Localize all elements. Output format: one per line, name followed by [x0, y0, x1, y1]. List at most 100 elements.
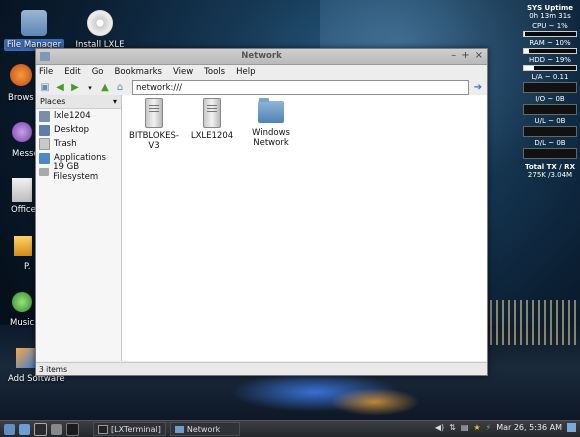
office-icon[interactable]: [12, 178, 32, 202]
applications-icon: [39, 152, 50, 164]
wallpaper-city-lights: [490, 300, 580, 345]
menu-tools[interactable]: Tools: [204, 67, 225, 77]
close-icon[interactable]: ×: [475, 50, 483, 61]
disc-icon: [87, 10, 113, 36]
chevron-down-icon[interactable]: ▾: [113, 97, 117, 106]
monitor-hdd: HDD ~ 19%: [529, 56, 571, 64]
hdd-bar: [523, 65, 577, 71]
file-item-label: LXLE1204: [190, 131, 234, 141]
power-icon[interactable]: ⚡: [486, 423, 492, 432]
server-icon: [203, 98, 221, 128]
home-icon[interactable]: ⌂: [114, 82, 126, 94]
minimize-icon[interactable]: –: [451, 50, 456, 61]
place-filesystem[interactable]: 19 GB Filesystem: [36, 162, 121, 182]
server-icon: [145, 98, 163, 128]
task-network[interactable]: Network: [169, 422, 240, 436]
cpu-bar: [523, 31, 577, 37]
ram-bar: [523, 48, 577, 54]
taskbar: [LXTerminal] Network ◀) ⇅ ▤ ★ ⚡ Mar 26, …: [0, 420, 580, 437]
update-icon[interactable]: ★: [473, 423, 480, 432]
place-home[interactable]: lxle1204: [36, 109, 121, 123]
menu-bookmarks[interactable]: Bookmarks: [115, 67, 163, 77]
status-bar: 3 items: [36, 362, 487, 375]
place-label: 19 GB Filesystem: [53, 162, 99, 182]
file-item-label: BITBLOKES-V3: [129, 131, 179, 151]
cpu-bar-fill: [524, 32, 525, 36]
network-folder-icon: [258, 98, 284, 123]
home-icon: [39, 110, 50, 122]
menu-view[interactable]: View: [173, 67, 193, 77]
clipboard-icon[interactable]: ▤: [461, 423, 469, 432]
volume-icon[interactable]: ◀): [435, 423, 444, 432]
menu-help[interactable]: Help: [236, 67, 255, 77]
back-icon[interactable]: ◀: [54, 82, 66, 94]
messenger-icon[interactable]: [12, 122, 32, 142]
place-label: Trash: [54, 139, 77, 149]
file-manager-window: Network – + × File Edit Go Bookmarks Vie…: [35, 48, 488, 376]
place-trash[interactable]: Trash: [36, 137, 121, 151]
photos-icon[interactable]: [14, 236, 32, 256]
window-controls: – + ×: [451, 50, 483, 61]
desktop-icon-install-lxle[interactable]: Install LXLE: [67, 10, 133, 51]
software-icon[interactable]: [16, 348, 36, 368]
hdd-bar-fill: [524, 66, 534, 70]
window-title: Network: [241, 51, 282, 61]
monitor-total-value: 275K /3.04M: [527, 171, 573, 179]
monitor-ram: RAM ~ 10%: [529, 39, 571, 47]
status-text: 3 items: [39, 364, 68, 374]
side-pane-header[interactable]: Places ▾: [36, 95, 121, 109]
monitor-uptime: 0h 13m 31s: [529, 12, 571, 20]
monitor-cpu: CPU ~ 1%: [532, 22, 568, 30]
side-pane: Places ▾ lxle1204 Desktop Trash Applicat…: [36, 95, 122, 361]
music-icon[interactable]: [12, 292, 32, 312]
ram-bar-fill: [524, 49, 530, 53]
file-view: BITBLOKES-V3 LXLE1204 Windows Network: [122, 95, 487, 361]
monitor-title: SYS Uptime: [526, 4, 574, 12]
system-monitor: SYS Uptime 0h 13m 31s CPU ~ 1% RAM ~ 10%…: [522, 4, 578, 179]
desktop-label-photos[interactable]: P.: [24, 262, 31, 272]
monitor-load: L/A ~ 0.11: [531, 73, 569, 81]
task-label: Network: [186, 424, 221, 434]
terminal-icon: [98, 424, 108, 434]
menu-go[interactable]: Go: [92, 67, 104, 77]
maximize-icon[interactable]: +: [461, 50, 469, 61]
io-graph: [523, 104, 577, 115]
monitor-download: D/L ~ 0B: [534, 139, 566, 147]
tools-launcher-icon[interactable]: [51, 423, 62, 435]
file-item-windows-network[interactable]: Windows Network: [241, 98, 301, 148]
desktop-label-office[interactable]: Office: [11, 205, 36, 215]
window-content: Places ▾ lxle1204 Desktop Trash Applicat…: [36, 95, 487, 361]
monitor-total-title: Total TX / RX: [525, 163, 575, 171]
window-titlebar[interactable]: Network – + ×: [36, 49, 487, 65]
system-tray: ◀) ⇅ ▤ ★ ⚡ Mar 26, 5:36 AM: [435, 423, 576, 432]
up-icon[interactable]: ▲: [99, 82, 111, 94]
terminal-launcher-icon[interactable]: [34, 422, 47, 436]
menu-icon[interactable]: [4, 423, 15, 435]
forward-icon[interactable]: ▶: [69, 82, 81, 94]
location-input[interactable]: network:///: [132, 80, 469, 95]
side-pane-title: Places: [40, 97, 66, 106]
clock[interactable]: Mar 26, 5:36 AM: [496, 423, 562, 432]
place-label: Desktop: [54, 125, 90, 135]
network-icon[interactable]: ⇅: [449, 423, 456, 432]
menu-edit[interactable]: Edit: [64, 67, 80, 77]
browser-icon[interactable]: [10, 64, 32, 86]
new-tab-icon[interactable]: ▣: [39, 82, 51, 94]
desktop-label-browser[interactable]: Brows: [8, 93, 34, 103]
task-lxterminal[interactable]: [LXTerminal]: [93, 422, 166, 436]
show-desktop-icon[interactable]: [66, 422, 79, 436]
place-desktop[interactable]: Desktop: [36, 123, 121, 137]
notification-icon[interactable]: [567, 423, 576, 432]
desktop-label-music[interactable]: Music: [10, 318, 34, 328]
go-icon[interactable]: ➔: [472, 82, 484, 94]
menu-file[interactable]: File: [39, 67, 53, 77]
file-item-bitblokes[interactable]: BITBLOKES-V3: [124, 98, 184, 151]
folder-icon: [174, 425, 184, 433]
history-dropdown-icon[interactable]: ▾: [84, 82, 96, 94]
trash-icon: [39, 138, 50, 150]
monitor-io: I/O ~ 0B: [535, 95, 565, 103]
desktop-icon-file-manager[interactable]: File Manager: [1, 10, 67, 51]
file-manager-launcher-icon[interactable]: [19, 423, 30, 435]
file-item-lxle1204[interactable]: LXLE1204: [182, 98, 242, 141]
drive-icon: [39, 168, 50, 176]
